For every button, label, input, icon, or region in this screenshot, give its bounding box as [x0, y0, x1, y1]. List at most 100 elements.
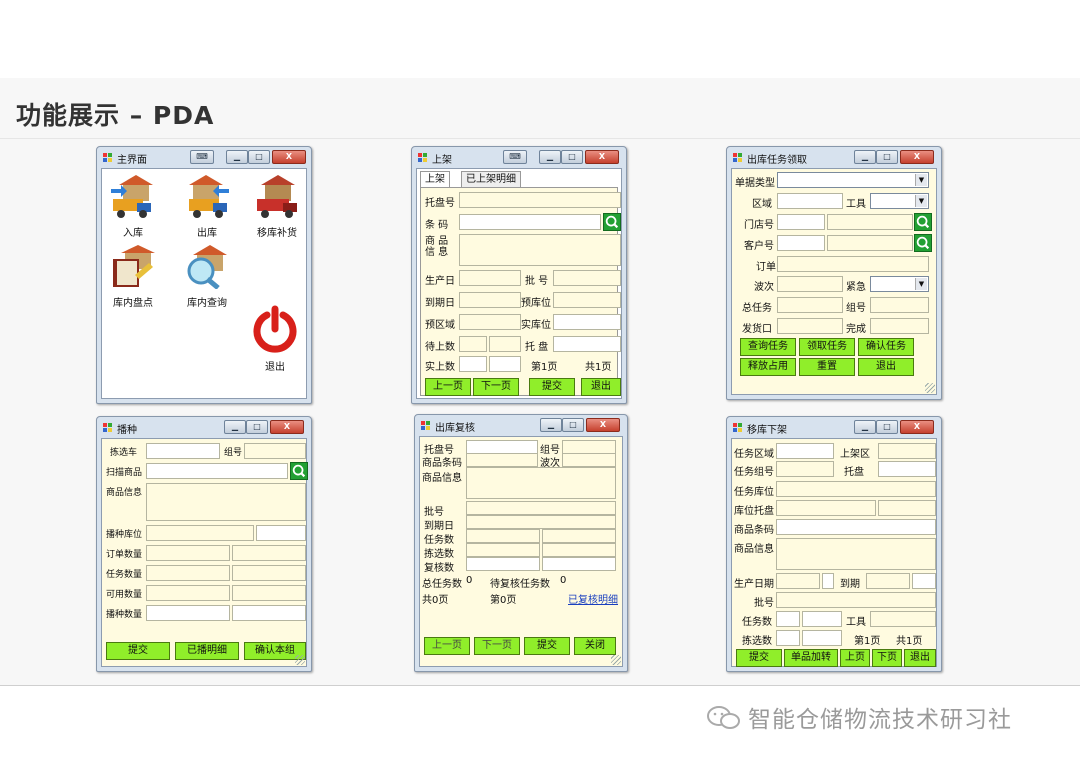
tab-putaway[interactable]: 上架	[420, 171, 450, 188]
prev-page-button[interactable]: 上一页	[424, 637, 470, 655]
sown-details-button[interactable]: 已播明细	[175, 642, 239, 660]
close-button[interactable]: X	[586, 418, 620, 432]
expiry-input[interactable]	[459, 292, 521, 308]
picked-qty-unit[interactable]	[542, 543, 616, 557]
close-button[interactable]: X	[270, 420, 304, 434]
pre-area-input[interactable]	[459, 314, 521, 330]
exit-button[interactable]: 退出	[581, 378, 621, 396]
reviewed-details-link[interactable]: 已复核明细	[568, 591, 618, 606]
actual-qty-input[interactable]	[459, 356, 487, 372]
search-icon[interactable]	[603, 213, 621, 231]
customer-name-input[interactable]	[827, 235, 913, 251]
area-input[interactable]	[777, 193, 843, 209]
location-pallet-input[interactable]	[776, 500, 876, 516]
app-inbound[interactable]: 入库	[104, 175, 162, 239]
goods-info-textarea[interactable]	[466, 467, 616, 499]
batch-input[interactable]	[553, 270, 621, 286]
task-qty-input[interactable]	[776, 611, 800, 627]
minimize-button[interactable]: ▁	[539, 150, 561, 164]
barcode-input[interactable]	[459, 214, 601, 230]
total-task-input[interactable]	[777, 297, 843, 313]
exit-app[interactable]: 退出	[246, 305, 304, 373]
maximize-button[interactable]: □	[562, 418, 584, 432]
picked-qty-unit[interactable]	[802, 630, 842, 646]
exit-button[interactable]: 退出	[858, 358, 914, 376]
avail-qty-input[interactable]	[146, 585, 230, 601]
picked-qty-input[interactable]	[776, 630, 800, 646]
task-group-input[interactable]	[776, 461, 834, 477]
keyboard-icon[interactable]: ⌨	[190, 150, 214, 164]
wave-input[interactable]	[777, 276, 843, 292]
goods-info-textarea[interactable]	[459, 234, 621, 266]
confirm-task-button[interactable]: 确认任务	[858, 338, 914, 356]
submit-button[interactable]: 提交	[736, 649, 782, 667]
task-qty-input[interactable]	[146, 565, 230, 581]
done-input[interactable]	[870, 318, 929, 334]
app-outbound[interactable]: 出库	[178, 175, 236, 239]
actual-qty-unit[interactable]	[489, 356, 521, 372]
wave-input[interactable]	[562, 453, 616, 467]
sow-location-extra[interactable]	[256, 525, 306, 541]
resize-grip[interactable]	[295, 655, 305, 665]
close-button[interactable]: X	[272, 150, 306, 164]
close-button[interactable]: X	[900, 150, 934, 164]
pallet-input[interactable]	[459, 192, 621, 208]
doc-type-select[interactable]: ▼	[777, 172, 929, 188]
app-stock-query[interactable]: 库内查询	[178, 245, 236, 309]
pallet2-input[interactable]	[553, 336, 621, 352]
expiry-toggle[interactable]	[912, 573, 936, 589]
prev-page-button[interactable]: 上页	[840, 649, 870, 667]
pending-qty-unit[interactable]	[489, 336, 521, 352]
tab-putaway-details[interactable]: 已上架明细	[461, 171, 521, 188]
submit-button[interactable]: 提交	[529, 378, 575, 396]
group-input[interactable]	[244, 443, 306, 459]
barcode-input[interactable]	[776, 519, 936, 535]
minimize-button[interactable]: ▁	[854, 150, 876, 164]
exit-button[interactable]: 退出	[904, 649, 936, 667]
next-page-button[interactable]: 下一页	[474, 637, 520, 655]
close-button[interactable]: X	[900, 420, 934, 434]
search-icon[interactable]	[914, 234, 932, 252]
reset-button[interactable]: 重置	[799, 358, 855, 376]
close-button[interactable]: X	[585, 150, 619, 164]
store-code-input[interactable]	[777, 214, 825, 230]
expiry-input[interactable]	[466, 515, 616, 529]
release-button[interactable]: 释放占用	[740, 358, 796, 376]
app-move-replenish[interactable]: 移库补货	[248, 175, 306, 239]
cart-input[interactable]	[146, 443, 220, 459]
avail-qty-unit[interactable]	[232, 585, 306, 601]
up-area-input[interactable]	[878, 443, 936, 459]
tool-input[interactable]	[870, 611, 936, 627]
batch-input[interactable]	[466, 501, 616, 515]
prev-page-button[interactable]: 上一页	[425, 378, 471, 396]
batch-input[interactable]	[776, 592, 936, 608]
scan-input[interactable]	[146, 463, 288, 479]
goods-info-textarea[interactable]	[776, 538, 936, 570]
sow-qty-unit[interactable]	[232, 605, 306, 621]
submit-button[interactable]: 提交	[106, 642, 170, 660]
minimize-button[interactable]: ▁	[226, 150, 248, 164]
pallet-input[interactable]	[466, 440, 538, 454]
maximize-button[interactable]: □	[876, 420, 898, 434]
search-icon[interactable]	[914, 213, 932, 231]
maximize-button[interactable]: □	[561, 150, 583, 164]
task-qty-input[interactable]	[466, 529, 540, 543]
close-form-button[interactable]: 关闭	[574, 637, 616, 655]
group-input[interactable]	[870, 297, 929, 313]
order-qty-unit[interactable]	[232, 545, 306, 561]
minimize-button[interactable]: ▁	[224, 420, 246, 434]
search-icon[interactable]	[290, 462, 308, 480]
prod-date-input[interactable]	[459, 270, 521, 286]
task-location-input[interactable]	[776, 481, 936, 497]
review-qty-input[interactable]	[466, 557, 540, 571]
task-qty-unit[interactable]	[802, 611, 842, 627]
goods-info-textarea[interactable]	[146, 483, 306, 521]
maximize-button[interactable]: □	[248, 150, 270, 164]
urgent-select[interactable]: ▼	[870, 276, 929, 292]
minimize-button[interactable]: ▁	[540, 418, 562, 432]
actual-location-input[interactable]	[553, 314, 621, 330]
store-name-input[interactable]	[827, 214, 913, 230]
customer-code-input[interactable]	[777, 235, 825, 251]
prod-date-toggle[interactable]	[822, 573, 834, 589]
group-input[interactable]	[562, 440, 616, 454]
